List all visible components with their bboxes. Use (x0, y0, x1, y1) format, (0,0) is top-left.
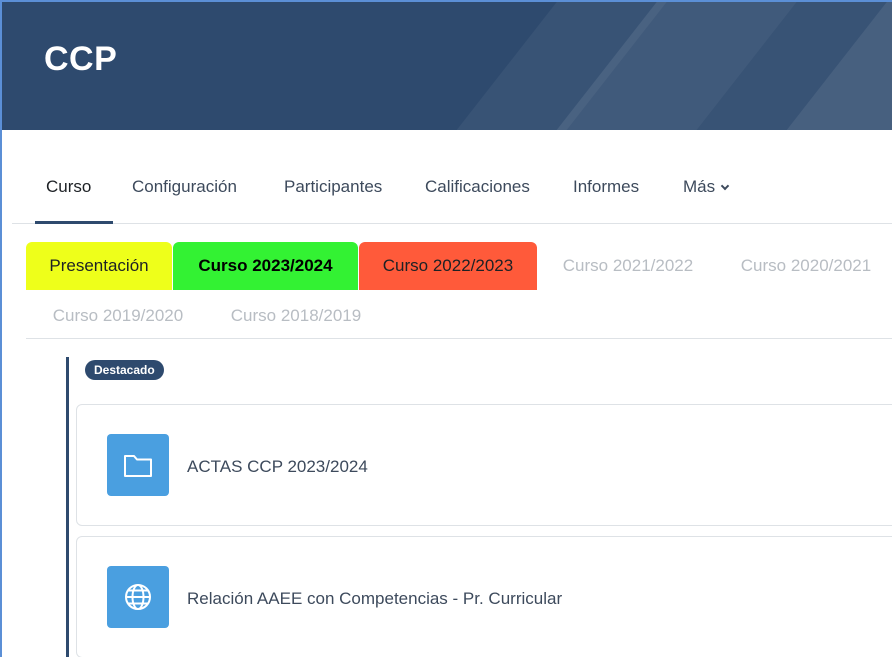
course-page: CCP Curso Configuración Participantes Ca… (0, 0, 892, 657)
nav-active-indicator (35, 221, 113, 224)
tab-curso-2019-2020[interactable]: Curso 2019/2020 (32, 292, 204, 340)
tab-label: Curso 2020/2021 (740, 256, 872, 275)
tab-label: Curso 2022/2023 (382, 256, 514, 275)
tab-label: Presentación (49, 256, 149, 275)
chevron-down-icon (720, 181, 730, 191)
nav-item-mas-label: Más (683, 177, 716, 196)
featured-badge: Destacado (85, 360, 164, 380)
activity-card: Relación AAEE con Competencias - Pr. Cur… (76, 536, 892, 657)
activity-link-relacion-aaee[interactable]: Relación AAEE con Competencias - Pr. Cur… (187, 589, 562, 609)
activity-link-actas[interactable]: ACTAS CCP 2023/2024 (187, 457, 368, 477)
course-title: CCP (44, 40, 118, 78)
tab-curso-2021-2022[interactable]: Curso 2021/2022 (542, 242, 714, 290)
tabs-divider (26, 338, 892, 339)
globe-icon[interactable] (107, 566, 169, 628)
nav-item-configuracion[interactable]: Configuración (132, 177, 237, 197)
tab-curso-2018-2019[interactable]: Curso 2018/2019 (210, 292, 382, 340)
section-indicator (66, 357, 69, 657)
tab-curso-2020-2021[interactable]: Curso 2020/2021 (720, 242, 892, 290)
tab-label: Curso 2018/2019 (230, 306, 362, 325)
tab-curso-2023-2024[interactable]: Curso 2023/2024 (173, 242, 358, 290)
course-secondary-nav: Curso Configuración Participantes Califi… (12, 130, 892, 224)
nav-item-mas[interactable]: Más (683, 177, 730, 197)
nav-item-curso[interactable]: Curso (46, 177, 91, 197)
nav-item-participantes[interactable]: Participantes (284, 177, 382, 197)
tab-label: Curso 2019/2020 (52, 306, 184, 325)
tab-label: Curso 2023/2024 (198, 256, 333, 275)
tab-label: Curso 2021/2022 (562, 256, 694, 275)
folder-icon[interactable] (107, 434, 169, 496)
activity-card: ACTAS CCP 2023/2024 (76, 404, 892, 526)
tab-curso-2022-2023[interactable]: Curso 2022/2023 (359, 242, 537, 290)
nav-item-informes[interactable]: Informes (573, 177, 639, 197)
course-header-banner: CCP (2, 2, 892, 130)
nav-item-calificaciones[interactable]: Calificaciones (425, 177, 530, 197)
tab-presentacion[interactable]: Presentación (26, 242, 172, 290)
